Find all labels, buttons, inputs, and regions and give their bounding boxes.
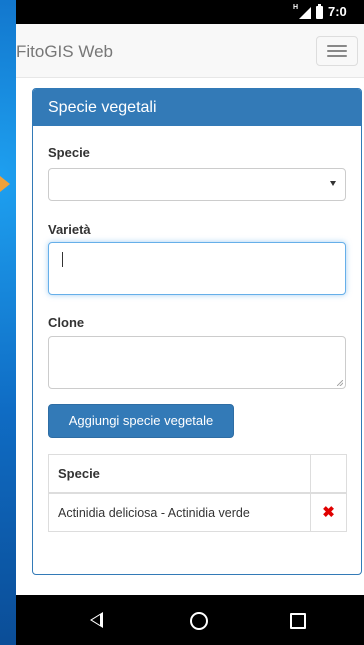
network-type-indicator: H <box>293 4 299 11</box>
hamburger-menu-icon <box>327 50 347 52</box>
column-header-species: Specie <box>47 454 312 494</box>
status-time: 7:0 <box>328 4 347 19</box>
brand-title[interactable]: FitoGIS Web <box>16 42 113 62</box>
android-nav-bar <box>16 595 364 645</box>
dropdown-caret-icon <box>330 181 336 186</box>
table-header-row: Specie <box>47 454 347 494</box>
clone-textarea[interactable] <box>48 336 346 389</box>
variety-label: Varietà <box>48 222 91 237</box>
species-select[interactable] <box>48 168 346 201</box>
battery-icon <box>316 4 323 19</box>
hamburger-menu-icon <box>327 55 347 57</box>
hamburger-menu-button[interactable] <box>316 36 358 66</box>
table-row: Actinidia deliciosa - Actinidia verde ✖ <box>47 492 347 532</box>
back-triangle-icon[interactable] <box>90 612 103 628</box>
variety-textarea[interactable] <box>48 242 346 295</box>
recents-square-icon[interactable] <box>290 613 306 629</box>
species-table: Specie Actinidia deliciosa - Actinidia v… <box>47 454 347 532</box>
add-species-button[interactable]: Aggiungi specie vegetale <box>48 404 234 438</box>
home-circle-icon[interactable] <box>190 612 208 630</box>
navbar: FitoGIS Web <box>16 24 364 78</box>
phone-screen: H 7:0 FitoGIS Web Specie vegetali Specie… <box>16 0 364 645</box>
status-bar: H 7:0 <box>16 0 364 24</box>
species-panel: Specie vegetali Specie Varietà Clone Agg… <box>32 88 362 575</box>
action-cell: ✖ <box>310 492 347 532</box>
text-cursor <box>62 252 63 267</box>
species-cell: Actinidia deliciosa - Actinidia verde <box>47 492 312 532</box>
delete-x-icon[interactable]: ✖ <box>322 504 335 521</box>
desktop-arrow-icon <box>0 176 10 192</box>
hamburger-menu-icon <box>327 45 347 47</box>
signal-icon <box>299 7 311 19</box>
panel-heading: Specie vegetali <box>33 89 361 126</box>
species-label: Specie <box>48 145 90 160</box>
panel-title: Specie vegetali <box>48 99 157 116</box>
column-header-action <box>310 454 347 494</box>
resize-grip-icon[interactable] <box>337 380 343 386</box>
clone-label: Clone <box>48 315 85 330</box>
